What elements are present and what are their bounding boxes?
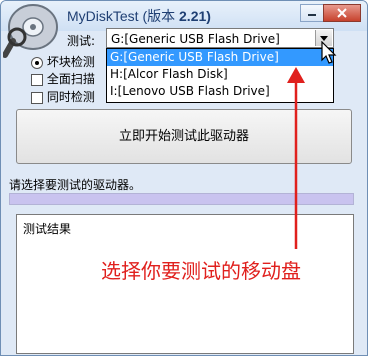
bad-block-label: 坏块检测 [46, 55, 95, 69]
minimize-icon [308, 14, 316, 16]
simultaneous-label: 同时检测 [46, 90, 95, 104]
title-version: 2.21) [179, 8, 211, 24]
mouse-cursor-icon [321, 41, 337, 64]
option-full-scan[interactable]: 全面扫描 [31, 70, 95, 87]
drive-select[interactable]: G:[Generic USB Flash Drive] [106, 28, 334, 48]
full-scan-label: 全面扫描 [46, 72, 95, 86]
drive-label: 测试: [67, 34, 96, 48]
annotation-text: 选择你要测试的移动盘 [101, 259, 301, 283]
close-button[interactable] [323, 4, 361, 22]
annotation-arrow-icon [287, 67, 305, 249]
bad-block-radio[interactable] [31, 56, 43, 69]
option-simultaneous[interactable]: 同时检测 [31, 88, 95, 105]
disk-magnifier-logo-icon [3, 4, 58, 58]
window-controls [300, 4, 361, 22]
minimize-button[interactable] [300, 4, 324, 22]
title-name: MyDiskTest (版本 [67, 8, 176, 24]
results-title: 测试结果 [23, 222, 72, 236]
window-title: MyDiskTest (版本 2.21) [67, 6, 211, 26]
app-window: MyDiskTest (版本 2.21) 测试: G:[Generic USB … [0, 0, 368, 356]
select-drive-prompt: 请选择要测试的驱动器。 [9, 178, 142, 192]
option-bad-block[interactable]: 坏块检测 [31, 53, 95, 70]
full-scan-checkbox[interactable] [31, 73, 43, 86]
close-icon [337, 8, 347, 18]
drive-select-value: G:[Generic USB Flash Drive] [111, 32, 280, 46]
simultaneous-checkbox[interactable] [31, 91, 43, 104]
